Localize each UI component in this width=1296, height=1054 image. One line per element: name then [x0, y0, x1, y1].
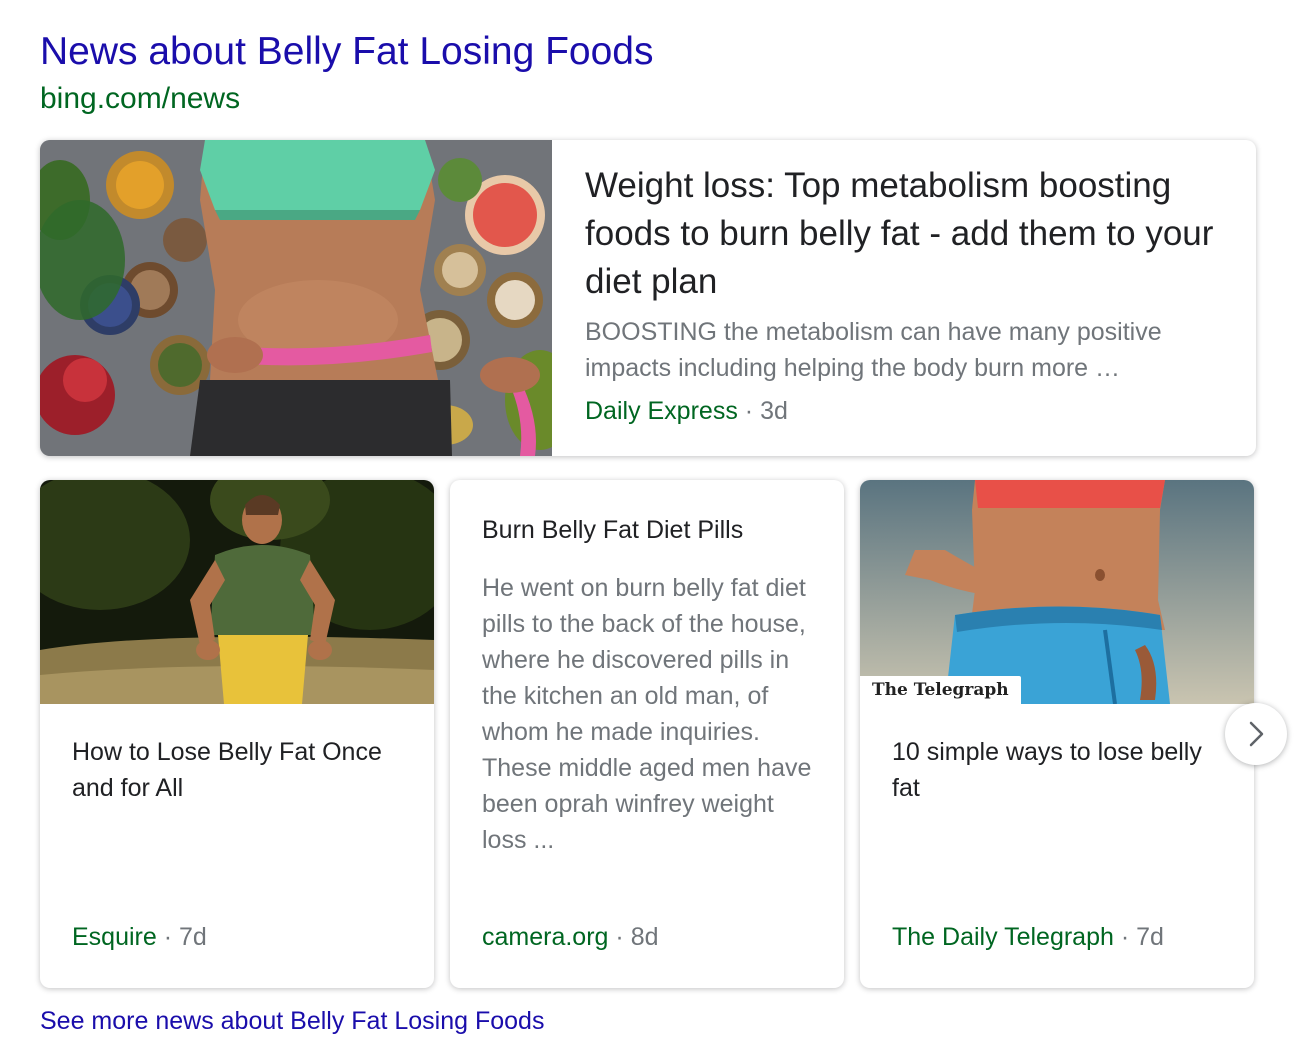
article-source: camera.org: [482, 923, 609, 951]
meta-separator: ·: [615, 923, 624, 951]
news-card-thumbnail-image[interactable]: [40, 480, 434, 704]
news-card[interactable]: How to Lose Belly Fat Once and for All E…: [40, 480, 434, 988]
article-age: 7d: [1136, 923, 1164, 951]
featured-article-snippet: BOOSTING the metabolism can have many po…: [585, 318, 1162, 382]
news-source-url: bing.com/news: [40, 82, 241, 115]
featured-article-meta: Daily Express · 3d: [585, 394, 1225, 428]
meta-separator: ·: [744, 397, 754, 425]
article-source: Esquire: [72, 923, 157, 951]
chevron-right-icon: [1249, 721, 1264, 747]
article-source: The Daily Telegraph: [892, 923, 1114, 951]
publisher-logo-badge: The Telegraph: [860, 676, 1021, 704]
featured-thumbnail-image[interactable]: [40, 140, 552, 456]
news-card-meta: The Daily Telegraph · 7d: [892, 920, 1164, 954]
news-card-thumbnail-image[interactable]: The Telegraph: [860, 480, 1254, 704]
news-card-snippet: He went on burn belly fat diet pills to …: [482, 574, 812, 854]
article-age: 8d: [630, 923, 659, 951]
see-more-news-link[interactable]: See more news about Belly Fat Losing Foo…: [40, 1003, 544, 1039]
featured-article-title[interactable]: Weight loss: Top metabolism boosting foo…: [585, 162, 1225, 306]
news-card[interactable]: Burn Belly Fat Diet Pills He went on bur…: [450, 480, 844, 988]
news-card-title[interactable]: Burn Belly Fat Diet Pills: [482, 512, 822, 548]
carousel-next-button[interactable]: [1225, 703, 1287, 765]
article-age: 3d: [760, 397, 788, 425]
featured-news-card[interactable]: Weight loss: Top metabolism boosting foo…: [40, 140, 1256, 456]
news-card-meta: camera.org · 8d: [482, 920, 659, 954]
article-source: Daily Express: [585, 397, 738, 425]
news-card-meta: Esquire · 7d: [72, 920, 207, 954]
news-card-title[interactable]: 10 simple ways to lose belly fat: [892, 734, 1232, 806]
meta-separator: ·: [1120, 923, 1130, 951]
meta-separator: ·: [163, 923, 173, 951]
article-age: 7d: [179, 923, 207, 951]
news-card-title[interactable]: How to Lose Belly Fat Once and for All: [72, 734, 412, 806]
news-header-title-link[interactable]: News about Belly Fat Losing Foods: [40, 28, 654, 76]
news-card[interactable]: The Telegraph 10 simple ways to lose bel…: [860, 480, 1254, 988]
